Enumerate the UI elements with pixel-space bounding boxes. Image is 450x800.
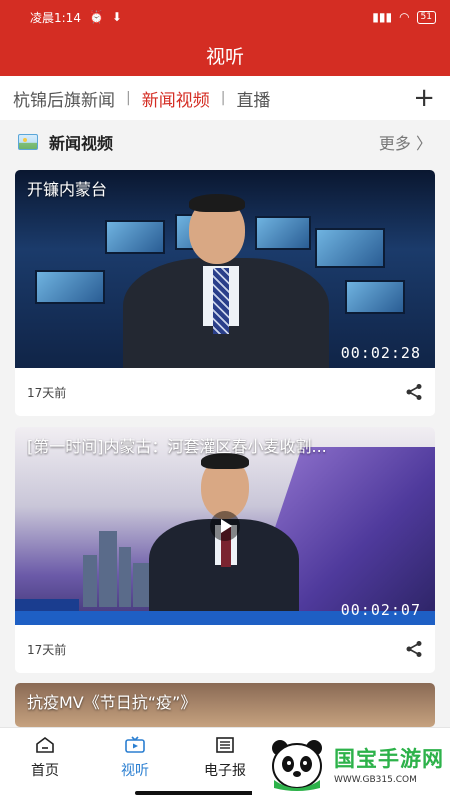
tab-divider: |	[220, 90, 226, 106]
section-title: 新闻视频	[49, 134, 114, 153]
video-thumbnail[interactable]: 抗疫MV《节日抗“疫”》	[15, 683, 435, 727]
page-title: 视听	[0, 34, 450, 76]
image-icon	[18, 134, 38, 150]
watermark-url: WWW.GB315.COM	[334, 775, 417, 785]
video-title: [第一时间]内蒙古：河套灌区春小麦收割...	[27, 437, 327, 456]
more-link[interactable]: 更多 〉	[379, 130, 432, 154]
add-channel-button[interactable]: +	[413, 85, 435, 111]
video-meta: 17天前	[15, 625, 435, 673]
status-bar: 凌晨1:14 ⏰ ⬇ ▮▮▮ ◠ 51	[0, 0, 450, 34]
download-icon: ⬇	[111, 10, 122, 24]
video-thumbnail[interactable]: [第一时间]内蒙古：河套灌区春小麦收割... 00:02:07	[15, 427, 435, 625]
video-card[interactable]: 抗疫MV《节日抗“疫”》	[15, 683, 435, 727]
video-card[interactable]: 开镰内蒙台 00:02:28 17天前	[15, 170, 435, 416]
alarm-icon: ⏰	[88, 10, 104, 24]
battery-icon: 51	[416, 10, 436, 24]
nav-epaper-label: 电子报	[204, 763, 246, 779]
tv-icon	[125, 736, 145, 753]
nav-media-label: 视听	[121, 763, 149, 779]
newspaper-icon	[216, 737, 234, 753]
video-card[interactable]: [第一时间]内蒙古：河套灌区春小麦收割... 00:02:07 17天前	[15, 427, 435, 673]
tab-live[interactable]: 直播	[236, 86, 270, 111]
video-meta: 17天前	[15, 368, 435, 416]
home-icon	[36, 737, 54, 753]
nav-media[interactable]: 视听	[90, 728, 180, 800]
video-age: 17天前	[27, 642, 67, 657]
share-icon[interactable]	[405, 640, 423, 658]
video-age: 17天前	[27, 385, 67, 400]
watermark-brand: 国宝手游网	[334, 747, 444, 771]
section-header: 新闻视频 更多 〉	[0, 120, 450, 164]
video-title: 抗疫MV《节日抗“疫”》	[27, 693, 197, 712]
play-icon[interactable]	[210, 511, 240, 541]
wifi-icon: ◠	[399, 10, 410, 24]
panda-logo-icon	[272, 740, 322, 791]
video-duration: 00:02:07	[340, 601, 421, 619]
status-time: 凌晨1:14	[30, 10, 81, 25]
tab-bar: 杭锦后旗新闻 | 新闻视频 | 直播 +	[0, 76, 450, 120]
watermark: 国宝手游网 WWW.GB315.COM	[252, 728, 450, 800]
nav-home[interactable]: 首页	[0, 728, 90, 800]
share-icon[interactable]	[405, 383, 423, 401]
tab-local-news[interactable]: 杭锦后旗新闻	[13, 86, 115, 111]
signal-icon: ▮▮▮	[372, 10, 393, 24]
tab-divider: |	[126, 90, 131, 106]
video-duration: 00:02:28	[340, 344, 421, 362]
tab-news-video[interactable]: 新闻视频	[142, 86, 210, 111]
video-thumbnail[interactable]: 开镰内蒙台 00:02:28	[15, 170, 435, 368]
nav-home-label: 首页	[31, 763, 59, 779]
video-title: 开镰内蒙台	[27, 180, 108, 199]
